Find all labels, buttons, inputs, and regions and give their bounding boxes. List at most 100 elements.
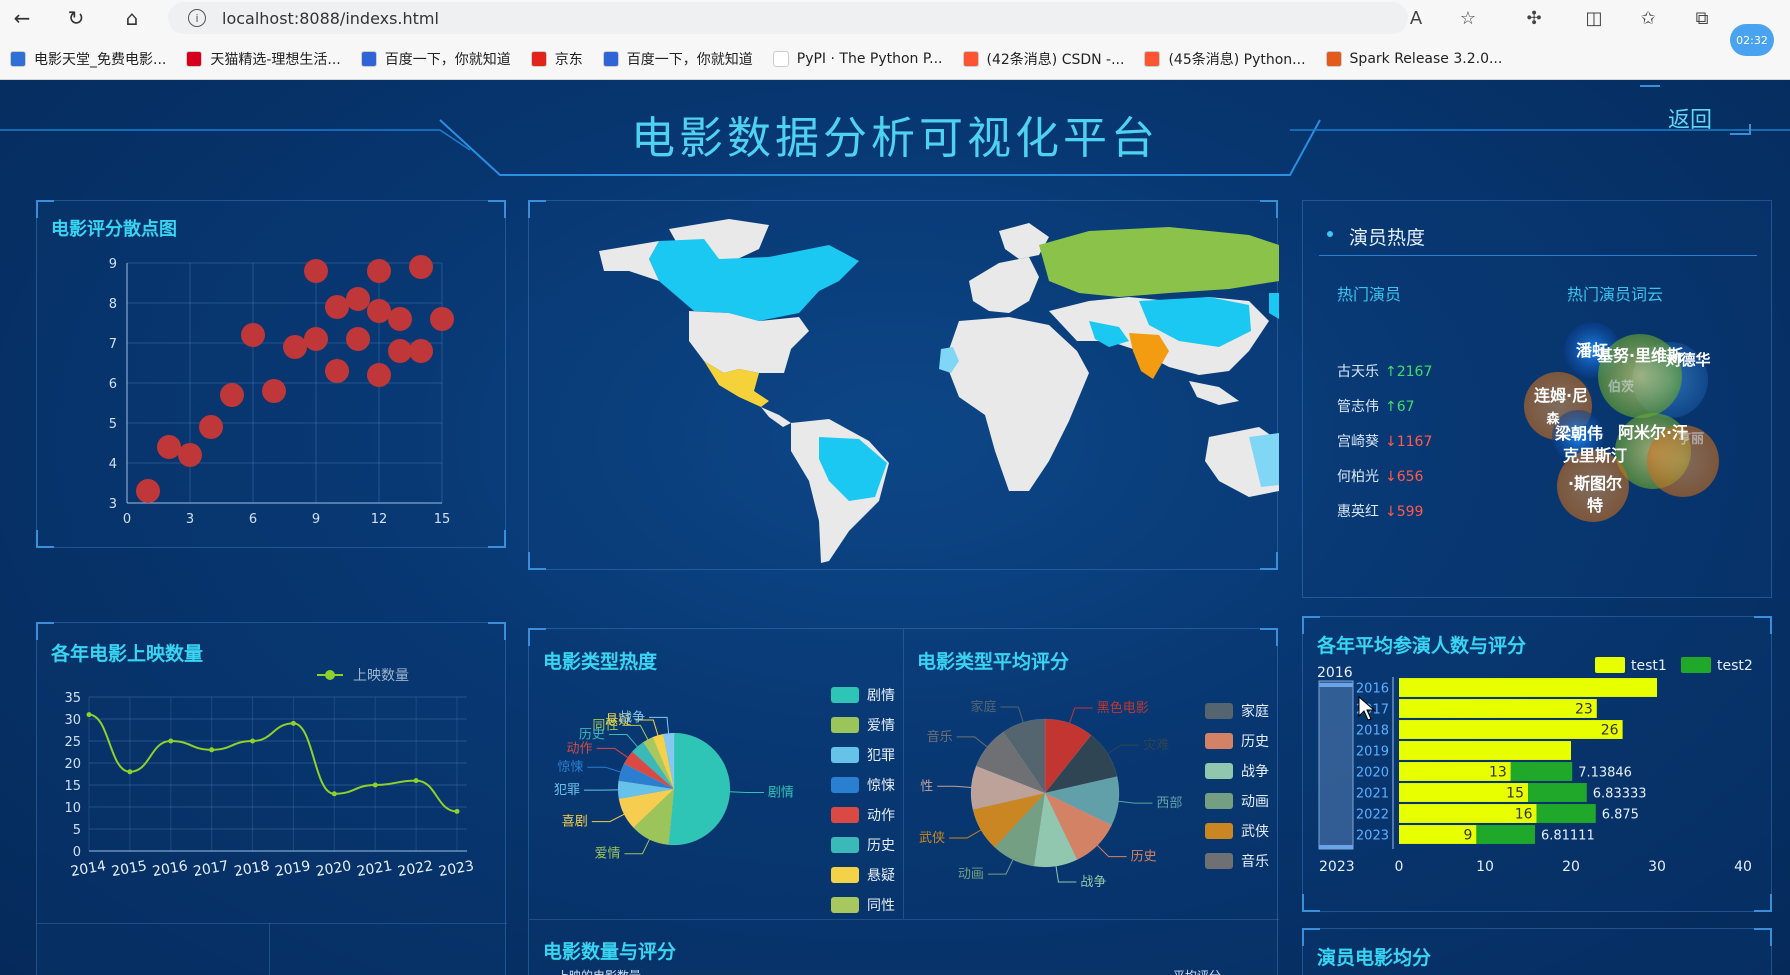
pie-legend-swatch	[1205, 703, 1233, 719]
bar-legend-swatch	[1681, 657, 1711, 673]
scatter-point	[325, 295, 349, 319]
bookmark-favicon-icon	[1144, 51, 1161, 67]
pie-label: 动作	[567, 741, 593, 756]
pie-label: 惊悚	[557, 760, 583, 775]
extensions-icon[interactable]: ✣	[1522, 6, 1546, 30]
map-russia	[1039, 227, 1279, 297]
dashboard-page: 电影数据分析可视化平台 返回 电影评分散点图 3 4 5 6 7 8 9 0 3 6 9 12 15	[0, 80, 1790, 975]
bookmark-favicon-icon	[602, 51, 619, 67]
bar-x-tick: 20	[1562, 859, 1580, 875]
line-x-tick: 2016	[151, 858, 189, 880]
pie-label-line	[937, 785, 972, 788]
pie-label-line	[587, 766, 621, 773]
bookmark-item[interactable]: Spark Release 3.2.0...	[1325, 51, 1502, 67]
bookmark-item[interactable]: PyPI · The Python P...	[772, 51, 943, 67]
scatter-point	[388, 307, 412, 331]
bookmark-favicon-icon	[186, 51, 203, 67]
year-slider-handle-top	[1319, 683, 1353, 687]
yearly-panel: 各年电影上映数量 0 5 10 15 20 25 30 35 2014 2015 2016 2017 2…	[36, 622, 507, 975]
favorites-icon[interactable]: ✩	[1636, 6, 1660, 30]
read-aloud-icon[interactable]: A	[1404, 6, 1428, 30]
bookmark-favicon-icon	[360, 51, 377, 67]
pie-legend-swatch	[831, 717, 859, 733]
yearly-line-chart: 051015202530352014 2015 2016 2017 2018 2019 20…	[64, 668, 475, 880]
actor-row: 何柏光 ↓656	[1337, 466, 1423, 486]
scatter-x-tick: 0	[123, 512, 131, 527]
line-x-tick: 2018	[233, 858, 271, 880]
actor-row: 惠英红 ↓599	[1337, 501, 1423, 521]
year-slider-handle-bottom	[1319, 845, 1353, 849]
scatter-point	[304, 327, 328, 351]
bookmark-favicon-icon	[10, 51, 26, 67]
scatter-point	[409, 255, 433, 279]
line-x-tick: 2021	[356, 858, 394, 880]
map-japan	[1269, 293, 1279, 319]
pie-legend-label: 战争	[1241, 764, 1269, 780]
bar-test2	[1510, 762, 1573, 781]
actor-cloud-title: 热门演员词云	[1567, 285, 1664, 304]
bookmark-favicon-icon	[772, 51, 789, 67]
actor-word-cloud: 潘虹基努·里维斯刘德华连姆·尼森梁朝伟 阿米尔·汗克里斯汀·斯图尔特伯茨亨丽	[1524, 322, 1719, 522]
bar-legend-label: test1	[1631, 658, 1667, 674]
map-africa	[945, 317, 1089, 491]
bookmark-item[interactable]: (42条消息) CSDN -...	[962, 49, 1124, 69]
bar-test1-label: 16	[1515, 807, 1533, 823]
scatter-y-tick: 4	[109, 457, 117, 472]
bookmark-item[interactable]: 天猫精选-理想生活...	[186, 49, 341, 69]
line-point	[454, 808, 460, 814]
actor-name: 古天乐	[1337, 364, 1379, 380]
actor-trend: ↓599	[1385, 504, 1424, 520]
pie-legend-swatch	[831, 837, 859, 853]
scatter-y-tick: 5	[109, 417, 117, 432]
back-link[interactable]: 返回	[1668, 102, 1712, 134]
collections-icon[interactable]: ⧉	[1690, 6, 1714, 30]
reload-icon[interactable]: ↻	[62, 4, 90, 32]
bookmarks-bar: 电影天堂_免费电影... 天猫精选-理想生活... 百度一下，你就知道 京东 百度一下，…	[0, 46, 1790, 72]
address-bar[interactable]: i localhost:8088/indexs.html	[168, 2, 1408, 34]
favorite-star-icon[interactable]: ☆	[1456, 6, 1480, 30]
split-screen-icon[interactable]: ◫	[1582, 6, 1606, 30]
actor-row: 古天乐 ↑2167	[1337, 361, 1432, 381]
line-point	[127, 769, 133, 775]
pie-legend-label: 剧情	[867, 688, 895, 704]
bar-test2-label: 6.875	[1602, 808, 1639, 823]
year-slider-track	[1318, 680, 1354, 850]
scatter-point	[157, 435, 181, 459]
cloud-word: 刘德华	[1665, 351, 1710, 369]
site-info-icon[interactable]: i	[188, 9, 206, 27]
bookmark-item[interactable]: 京东	[530, 49, 583, 69]
pie-label: 喜剧	[562, 815, 588, 830]
pie-legend-label: 犯罪	[867, 748, 895, 764]
scatter-point	[367, 299, 391, 323]
bar-test2	[1536, 804, 1596, 823]
line-x-tick: 2015	[110, 858, 148, 880]
pie-legend-label: 惊悚	[867, 778, 895, 794]
line-y-tick: 5	[73, 823, 81, 838]
browser-toolbar: ← ↻ ⌂ i localhost:8088/indexs.html A ☆ ✣…	[0, 0, 1790, 56]
home-icon[interactable]: ⌂	[118, 4, 146, 32]
hot-actors-title: 热门演员	[1337, 285, 1402, 304]
pie-legend-swatch	[831, 867, 859, 883]
bar-y-tick: 2016	[1356, 682, 1389, 697]
bar-y-tick: 2018	[1356, 724, 1389, 739]
bookmark-item[interactable]: 百度一下，你就知道	[360, 49, 511, 69]
actor-name: 宫崎葵	[1337, 434, 1379, 450]
back-arrow-icon[interactable]: ←	[8, 4, 36, 32]
actor-row: 宫崎葵 ↓1167	[1337, 431, 1432, 451]
bookmark-item[interactable]: 电影天堂_免费电影...	[10, 49, 166, 69]
bookmark-item[interactable]: (45条消息) Python...	[1144, 49, 1306, 69]
bookmark-item[interactable]: 百度一下，你就知道	[602, 49, 753, 69]
cloud-word: 伯茨	[1608, 379, 1635, 395]
line-legend-marker	[325, 670, 335, 680]
scatter-point	[346, 327, 370, 351]
count-axis-label: 上映的电影数量	[557, 967, 641, 975]
bar-test2-label: 6.83333	[1593, 787, 1647, 802]
actor-trend: ↓656	[1385, 469, 1424, 485]
pie-legend-label: 家庭	[1241, 703, 1269, 720]
line-point	[168, 738, 174, 744]
bar-test1	[1399, 741, 1571, 760]
pie-legend-swatch	[831, 747, 859, 763]
map-central-america	[761, 407, 791, 427]
pie-label: 战争	[1080, 875, 1106, 890]
bar-test2	[1528, 783, 1587, 802]
